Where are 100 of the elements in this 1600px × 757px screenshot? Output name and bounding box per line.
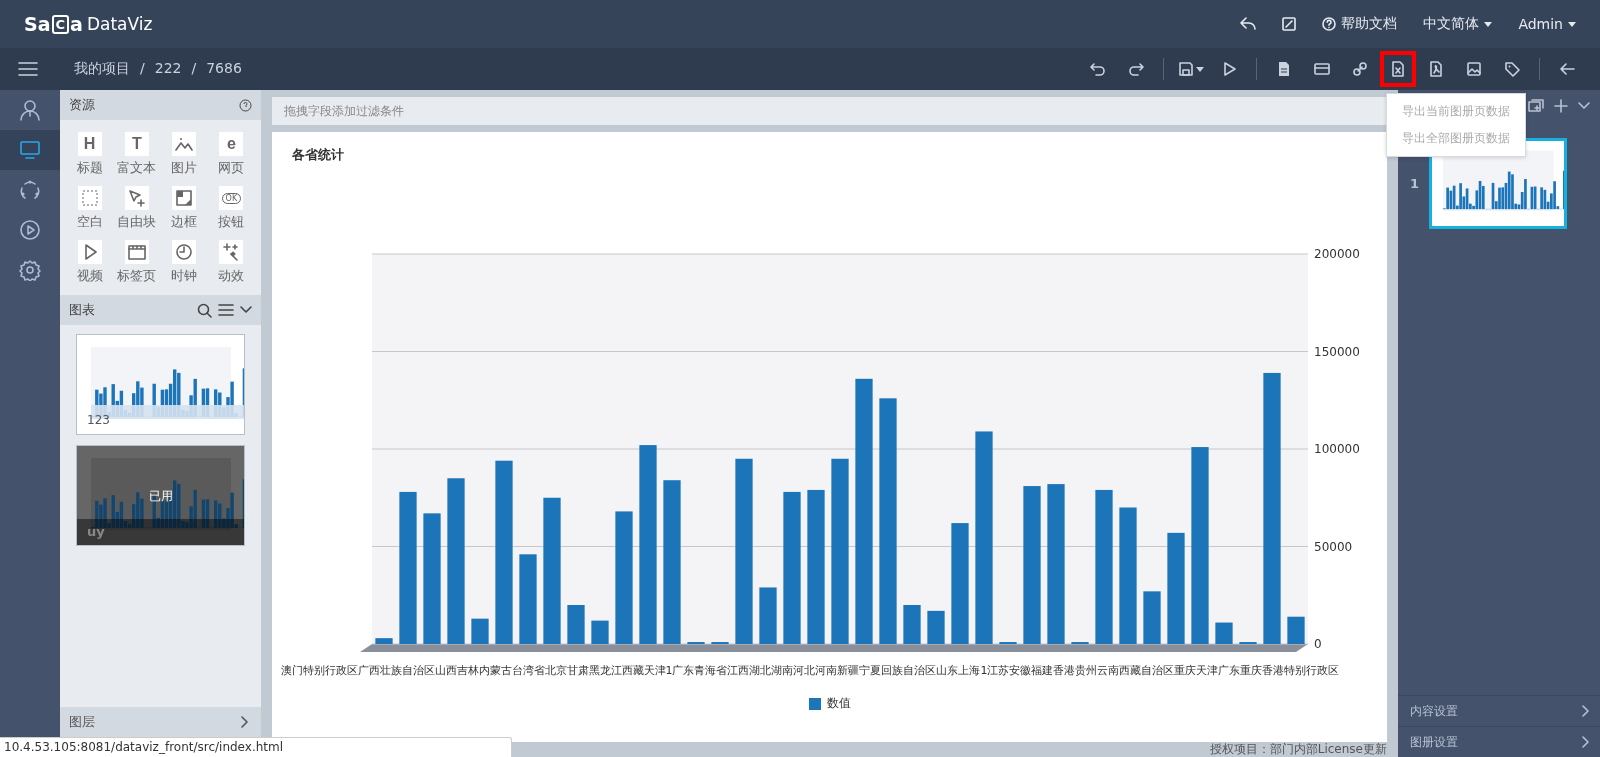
breadcrumb-link[interactable]: 我的项目 — [74, 60, 130, 78]
chart-title: 各省统计 — [291, 146, 345, 164]
cursor-plus-icon — [127, 189, 146, 207]
excel-icon — [1390, 61, 1406, 77]
dashed-square-icon — [80, 189, 99, 207]
resource-item[interactable]: 自由块 — [117, 186, 157, 231]
bar — [759, 587, 777, 644]
panel-title: 资源 — [69, 96, 96, 114]
resource-item[interactable]: 空白 — [76, 186, 103, 231]
settings-section[interactable]: 图册设置 — [1398, 726, 1600, 757]
help-link[interactable]: 帮助文档 — [1322, 15, 1398, 33]
dropdown-menu[interactable]: 中文简体 — [1423, 15, 1493, 33]
y-tick-label: 100000 — [1314, 442, 1360, 456]
resource-icon: T — [124, 132, 149, 156]
card-caption: 123 — [87, 413, 110, 427]
arrow-left-icon — [1559, 61, 1575, 77]
user-icon — [19, 99, 41, 121]
menu-icon[interactable] — [218, 303, 234, 317]
caret-icon — [1196, 66, 1204, 72]
help-icon — [1322, 17, 1337, 31]
play-icon — [1221, 61, 1237, 77]
breadcrumb-link[interactable]: 7686 — [206, 60, 242, 78]
cycle-icon — [19, 179, 41, 201]
pdf-icon — [1428, 61, 1444, 77]
resource-label: 视频 — [76, 267, 103, 285]
resource-item[interactable]: T 富文本 — [117, 132, 157, 177]
toolbar-button[interactable] — [1380, 51, 1416, 87]
search-icon[interactable] — [197, 302, 212, 318]
bar — [1287, 616, 1305, 644]
y-tick-label: 150000 — [1314, 344, 1360, 359]
resource-label: 富文本 — [117, 159, 157, 177]
resource-label: 标题 — [76, 159, 103, 177]
monitor-icon — [19, 139, 41, 161]
bar — [1215, 622, 1233, 644]
breadcrumb-separator: / — [140, 60, 145, 78]
resource-label: 动效 — [218, 267, 245, 285]
card-caption: uy — [87, 524, 105, 539]
edit-icon[interactable] — [1282, 17, 1297, 31]
chevron-down-icon[interactable] — [1578, 102, 1590, 110]
resource-label: 网页 — [218, 159, 245, 177]
resource-label: 图片 — [171, 159, 198, 177]
chevron-down-icon[interactable] — [240, 306, 252, 314]
chart-card[interactable]: uy 已用 — [76, 445, 245, 546]
resource-label: 边框 — [171, 213, 198, 231]
breadcrumb-link[interactable]: 222 — [154, 60, 182, 78]
bar — [903, 605, 921, 644]
nav-item[interactable] — [0, 130, 60, 170]
sparkle-icon — [222, 243, 241, 261]
filter-drop-zone[interactable]: 拖拽字段添加过滤条件 — [272, 97, 1387, 125]
caret-icon — [1568, 21, 1576, 27]
resource-item[interactable]: 图片 — [171, 132, 198, 177]
resource-label: 时钟 — [171, 267, 198, 285]
resource-item[interactable]: e 网页 — [218, 132, 245, 177]
y-tick-label: 50000 — [1314, 539, 1353, 554]
chart-card[interactable]: 123 — [76, 334, 245, 435]
resource-item[interactable]: H 标题 — [76, 132, 103, 177]
chevron-right-icon — [241, 716, 249, 728]
redo-icon — [1128, 61, 1144, 77]
resource-icon: e — [219, 132, 244, 156]
caret-icon — [1484, 21, 1493, 27]
resource-label: 标签页 — [117, 267, 157, 285]
logo: Sa C a DataViz — [24, 13, 153, 35]
help-icon[interactable] — [239, 98, 252, 112]
status-url: 10.4.53.105:8081/dataviz_front/src/index.html — [4, 740, 284, 754]
mountain-icon — [175, 137, 194, 151]
y-tick-label: 200000 — [1314, 247, 1360, 261]
resource-item[interactable]: 边框 — [171, 186, 198, 231]
resource-item[interactable]: 动效 — [218, 240, 245, 285]
bar — [927, 610, 945, 644]
chevron-right-icon — [1582, 705, 1590, 717]
chevron-right-icon — [1582, 736, 1590, 748]
bar — [591, 620, 609, 644]
play-circle-icon — [19, 219, 41, 241]
tabs-icon — [126, 243, 147, 261]
tag-icon — [1504, 61, 1520, 77]
clock-icon — [175, 243, 194, 261]
x-axis-labels: 澳门特别行政区广西壮族自治区山西吉林内蒙古台湾省北京甘肃黑龙江西藏天津1广东青海省江西湖北湖南河北河南新疆宁夏回族自治区山东上海1江苏安徽福建香港贵州云南西藏自治区重庆天津广东重庆香港特别行政区 — [280, 664, 1340, 677]
layers-section[interactable]: 图层 — [60, 707, 261, 737]
add-page-icon[interactable] — [1528, 99, 1544, 113]
resource-label: 按钮 — [218, 213, 245, 231]
bar — [1143, 591, 1161, 644]
settings-section[interactable]: 内容设置 — [1398, 695, 1600, 726]
chart-legend: 数值 — [272, 695, 1387, 712]
document-icon — [1276, 61, 1292, 77]
reply-icon[interactable] — [1240, 17, 1257, 31]
panel-title: 图表 — [69, 301, 96, 319]
resource-item[interactable]: 时钟 — [171, 240, 198, 285]
bar — [471, 618, 489, 644]
card-icon — [1314, 61, 1330, 77]
license-text: 授权项目：部门内部License更新 — [1209, 742, 1387, 757]
resource-item[interactable]: OK 按钮 — [218, 186, 245, 231]
resource-item[interactable]: 视频 — [76, 240, 103, 285]
plus-icon[interactable] — [1554, 99, 1568, 113]
image-icon — [1466, 61, 1482, 77]
dropdown-menu[interactable]: Admin — [1518, 16, 1576, 32]
resource-item[interactable]: 标签页 — [117, 240, 157, 285]
undo-icon — [1090, 61, 1106, 77]
resource-icon: H — [77, 132, 102, 156]
resource-icon: OK — [219, 186, 244, 210]
breadcrumb-separator: / — [191, 60, 197, 78]
